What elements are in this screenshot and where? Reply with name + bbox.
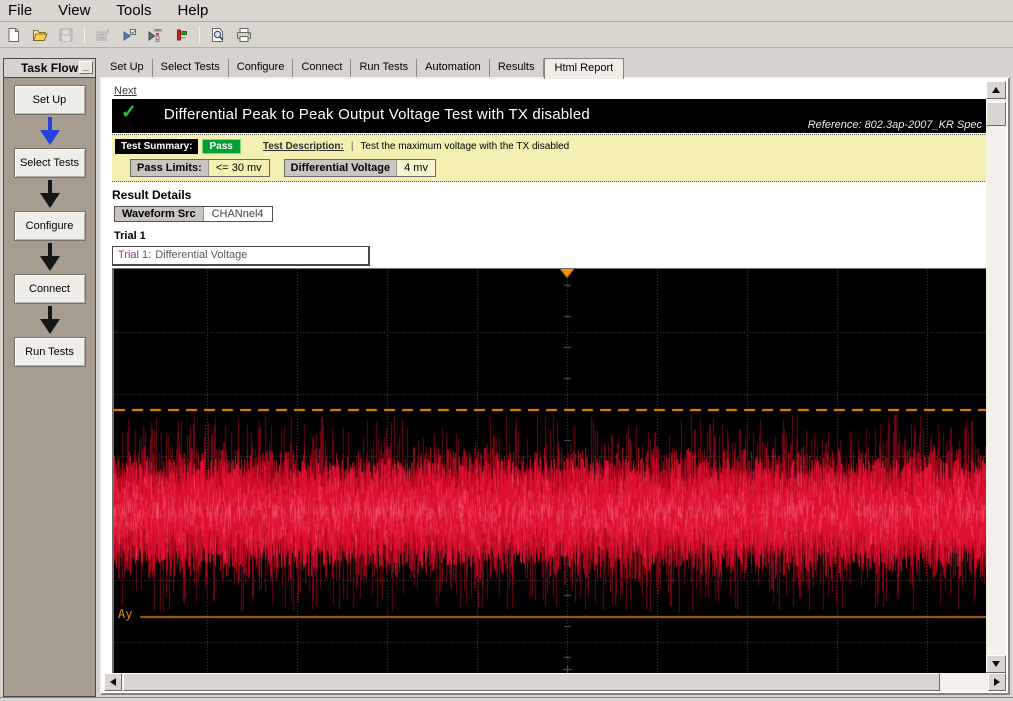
task-button-set-up[interactable]: Set Up [13, 85, 86, 115]
arrow-down-icon [39, 243, 60, 271]
toolbar [0, 22, 1013, 48]
tab-set-up[interactable]: Set Up [102, 59, 153, 77]
triangle-right-icon [994, 678, 1000, 686]
menu-file[interactable]: File [8, 2, 32, 19]
result-details-heading: Result Details [112, 188, 192, 202]
vertical-scrollbar[interactable] [986, 81, 1006, 673]
arrow-down-icon [39, 306, 60, 334]
html-report-view: Next ✓ Differential Peak to Peak Output … [104, 81, 986, 673]
stop-icon[interactable] [170, 24, 192, 46]
tab-connect[interactable]: Connect [293, 59, 352, 77]
tab-select-tests[interactable]: Select Tests [153, 59, 229, 77]
marker-ay-label: Ay [118, 607, 133, 621]
differential-voltage-box: Differential Voltage 4 mv [283, 159, 436, 177]
trial-caption-prefix: Trial 1: [118, 249, 152, 261]
menu-help[interactable]: Help [177, 2, 208, 19]
status-bar [0, 697, 1013, 701]
triangle-up-icon [992, 87, 1000, 93]
triangle-left-icon [110, 678, 116, 686]
toolbar-separator [84, 25, 85, 44]
task-button-select-tests[interactable]: Select Tests [13, 148, 86, 178]
test-summary-section: Test Summary: Pass Test Description: | T… [112, 134, 986, 182]
scroll-right-button[interactable] [988, 673, 1006, 691]
trial-caption-text: Differential Voltage [155, 249, 248, 261]
task-button-configure[interactable]: Configure [13, 211, 86, 241]
triangle-down-icon [992, 661, 1000, 667]
run-tests-icon[interactable] [144, 24, 166, 46]
horizontal-scroll-thumb[interactable] [123, 673, 940, 691]
pass-limits-value: <= 30 mv [207, 160, 269, 176]
test-summary-label: Test Summary: [115, 139, 198, 154]
tab-html-report[interactable]: Html Report [543, 58, 625, 79]
save-icon[interactable] [55, 24, 77, 46]
toolbar-separator [199, 25, 200, 44]
test-title: Differential Peak to Peak Output Voltage… [163, 106, 590, 123]
tab-run-tests[interactable]: Run Tests [351, 59, 418, 77]
connect-setup-icon[interactable] [92, 24, 114, 46]
main-content: Set Up Select Tests Configure Connect Ru… [100, 58, 1010, 695]
task-flow-header: Task Flow _ [4, 59, 95, 78]
arrow-down-icon [39, 117, 60, 145]
menu-bar: File View Tools Help [0, 0, 1013, 22]
menu-view[interactable]: View [58, 2, 90, 19]
waveform-src-value: CHANnel4 [202, 207, 272, 221]
arrow-down-icon [39, 180, 60, 208]
trial-heading: Trial 1 [114, 230, 146, 242]
run-checked-tests-icon[interactable] [118, 24, 140, 46]
waveform-src-box: Waveform Src CHANnel4 [114, 206, 273, 222]
separator-pipe: | [350, 141, 354, 152]
test-title-bar: ✓ Differential Peak to Peak Output Volta… [112, 99, 986, 133]
differential-voltage-value: 4 mv [396, 160, 435, 176]
pass-limits-box: Pass Limits: <= 30 mv [130, 159, 270, 177]
print-preview-icon[interactable] [207, 24, 229, 46]
menu-tools[interactable]: Tools [116, 2, 151, 19]
status-badge: Pass [201, 139, 241, 154]
waveform-src-label: Waveform Src [115, 207, 203, 221]
task-button-connect[interactable]: Connect [13, 274, 86, 304]
task-flow-minimize-button[interactable]: _ [79, 61, 93, 74]
tab-configure[interactable]: Configure [229, 59, 294, 77]
pass-check-icon: ✓ [121, 102, 137, 123]
new-document-icon[interactable] [3, 24, 25, 46]
tab-strip: Set Up Select Tests Configure Connect Ru… [100, 58, 1010, 79]
print-icon[interactable] [233, 24, 255, 46]
next-link[interactable]: Next [114, 85, 137, 97]
task-flow-panel: Task Flow _ Set Up Select Tests Configur… [3, 58, 96, 697]
waveform-plot: Ay [112, 268, 986, 673]
task-button-run-tests[interactable]: Run Tests [13, 337, 86, 367]
tab-results[interactable]: Results [490, 59, 544, 77]
trial-caption-box: Trial 1: Differential Voltage [112, 246, 370, 266]
scroll-down-button[interactable] [986, 655, 1006, 673]
test-description-text: Test the maximum voltage with the TX dis… [360, 141, 570, 152]
horizontal-scrollbar[interactable] [104, 673, 1006, 691]
reference-spec: Reference: 802.3ap-2007_KR Spec [807, 119, 982, 131]
report-panel: Next ✓ Differential Peak to Peak Output … [100, 77, 1010, 695]
test-description-link[interactable]: Test Description: [263, 141, 344, 152]
open-folder-icon[interactable] [29, 24, 51, 46]
task-flow-title: Task Flow [20, 61, 79, 75]
scroll-left-button[interactable] [104, 673, 122, 691]
differential-voltage-label: Differential Voltage [284, 160, 397, 176]
vertical-scroll-thumb[interactable] [986, 102, 1006, 126]
pass-limits-label: Pass Limits: [131, 160, 208, 176]
scroll-up-button[interactable] [986, 81, 1006, 99]
waveform-canvas [114, 269, 986, 673]
tab-automation[interactable]: Automation [417, 59, 490, 77]
